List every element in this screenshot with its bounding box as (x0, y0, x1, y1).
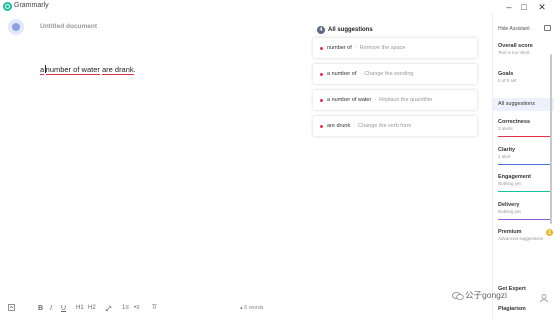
engagement-bar (498, 191, 552, 192)
suggestion-description: Remove the space (359, 45, 406, 51)
suggestion-description: Change the verb form (358, 123, 412, 129)
premium-item[interactable]: Premium Advanced suggestions 1 (498, 229, 553, 241)
link-icon[interactable] (105, 305, 112, 314)
suggestion-card[interactable]: number of · Remove the space (313, 38, 477, 58)
suggestion-separator: · (353, 123, 356, 129)
correctness-item[interactable]: Correctness 3 alerts (498, 119, 552, 137)
watermark-text: 公子gongzi (465, 290, 508, 300)
maximize-icon[interactable]: □ (514, 0, 534, 14)
underline-button[interactable]: U (61, 305, 66, 312)
ordered-list-button[interactable]: 1≡ (122, 305, 129, 311)
overall-score-item[interactable]: Overall score Text is too short (498, 43, 552, 55)
overall-score-sub: Text is too short (498, 50, 530, 55)
plagiarism-item[interactable]: Plagiarism (498, 306, 552, 312)
alert-dot-icon (320, 46, 323, 50)
all-suggestions-label: All suggestions (498, 101, 535, 107)
document-title[interactable]: Untitled document (40, 23, 97, 30)
correctness-label: Correctness (498, 119, 531, 125)
engagement-item[interactable]: Engagement Nothing yet (498, 174, 552, 192)
suggestion-description: Replace the quantifier (379, 97, 433, 103)
goals-item[interactable]: Goals 5 of 5 set (498, 71, 552, 83)
italic-button[interactable]: I (50, 305, 52, 312)
person-watermark-icon (539, 294, 549, 302)
delivery-item[interactable]: Delivery Nothing yet (498, 202, 552, 220)
delivery-sub: Nothing yet (498, 209, 521, 214)
suggestion-card[interactable]: are drunk · Change the verb form (313, 116, 477, 136)
word-count-label: 6 words (244, 305, 264, 311)
premium-count-badge: 1 (546, 229, 553, 236)
overall-score-label: Overall score (498, 43, 533, 49)
heading1-button[interactable]: H1 (76, 305, 84, 311)
suggestions-title: All suggestions (328, 27, 373, 33)
word-count-arrow-icon: ▴ (240, 305, 243, 311)
panel-toggle-icon[interactable] (544, 25, 551, 31)
alert-dot-icon (320, 72, 323, 76)
clarity-item[interactable]: Clarity 1 alert (498, 147, 552, 165)
suggestion-text: are drunk (327, 123, 351, 129)
suggestions-count-badge: 4 (317, 26, 325, 34)
text-segment[interactable]: a (40, 65, 45, 75)
assistant-sidebar: Hide Assistant Overall score Text is too… (492, 14, 554, 319)
alert-dot-icon (320, 98, 323, 102)
document-editor[interactable]: a number of water are drank. (40, 65, 136, 75)
suggestion-card[interactable]: a number of water · Replace the quantifi… (313, 90, 477, 110)
suggestion-text: a number of (327, 71, 357, 77)
goals-sub: 5 of 5 set (498, 78, 517, 83)
premium-label: Premium (498, 229, 522, 235)
grammarly-logo-icon (3, 2, 12, 11)
close-icon[interactable]: ✕ (532, 0, 552, 14)
document-info-icon[interactable] (8, 304, 15, 313)
suggestion-separator: · (359, 71, 362, 77)
text-segment[interactable]: number of water (45, 65, 100, 75)
all-suggestions-tab[interactable]: All suggestions (493, 98, 554, 111)
engagement-label: Engagement (498, 174, 532, 180)
clarity-sub: 1 alert (498, 154, 511, 159)
document-menu-icon[interactable] (8, 19, 24, 35)
delivery-bar (498, 219, 552, 220)
plagiarism-label: Plagiarism (498, 306, 526, 312)
heading2-button[interactable]: H2 (88, 305, 96, 311)
clarity-bar (498, 164, 552, 165)
app-title: Grammarly (14, 2, 49, 9)
bullet-list-button[interactable]: •≡ (134, 305, 140, 311)
title-bar: Grammarly – □ ✕ (0, 0, 554, 14)
correctness-sub: 3 alerts (498, 126, 513, 131)
text-segment[interactable]: are drank (101, 65, 134, 75)
goals-label: Goals (498, 71, 514, 77)
suggestion-text: a number of water (327, 97, 372, 103)
wechat-watermark-icon (452, 292, 464, 300)
suggestion-card[interactable]: a number of · Change the wording (313, 64, 477, 84)
hide-assistant-button[interactable]: Hide Assistant (498, 26, 530, 32)
sidebar-scrollbar[interactable] (550, 54, 552, 224)
text-segment[interactable]: . (134, 65, 136, 74)
suggestion-separator: · (374, 97, 377, 103)
delivery-label: Delivery (498, 202, 520, 208)
suggestion-description: Change the wording (364, 71, 414, 77)
premium-sub: Advanced suggestions (498, 236, 544, 241)
clarity-label: Clarity (498, 147, 516, 153)
clear-format-button[interactable]: T̸ (152, 305, 156, 311)
suggestion-text: number of (327, 45, 352, 51)
suggestion-separator: · (354, 45, 357, 51)
engagement-sub: Nothing yet (498, 181, 521, 186)
word-count[interactable]: ▴ 6 words (240, 305, 264, 311)
alert-dot-icon (320, 124, 323, 128)
bold-button[interactable]: B (38, 305, 43, 312)
suggestions-header: 4 All suggestions (317, 26, 373, 34)
correctness-bar (498, 136, 552, 137)
